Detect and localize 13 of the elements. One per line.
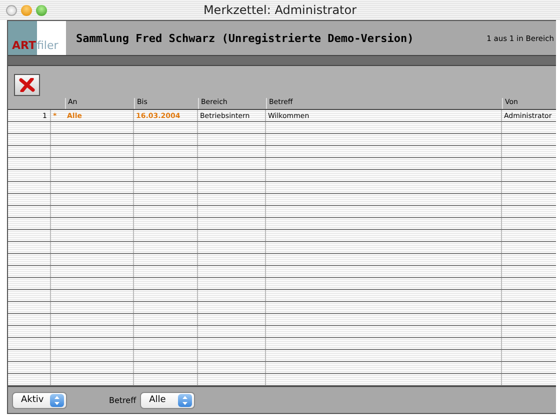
dropdown[interactable]: Aktiv: [12, 392, 67, 408]
filter-label: Betreff: [109, 396, 136, 404]
x-icon: [19, 78, 35, 92]
updown-arrows-icon: [178, 394, 192, 406]
app-logo: ARTfiler: [8, 21, 66, 55]
collection-title: Sammlung Fred Schwarz (Unregistrierte Demo-Version): [76, 32, 415, 44]
window-title: Merkzettel: Administrator: [203, 3, 357, 17]
dropdown[interactable]: Alle: [140, 392, 196, 408]
close-button[interactable]: [6, 4, 17, 16]
zoom-button[interactable]: [36, 4, 47, 16]
minimize-button[interactable]: [21, 4, 32, 16]
delete-button[interactable]: [14, 74, 40, 96]
updown-arrows-icon: [50, 394, 64, 406]
